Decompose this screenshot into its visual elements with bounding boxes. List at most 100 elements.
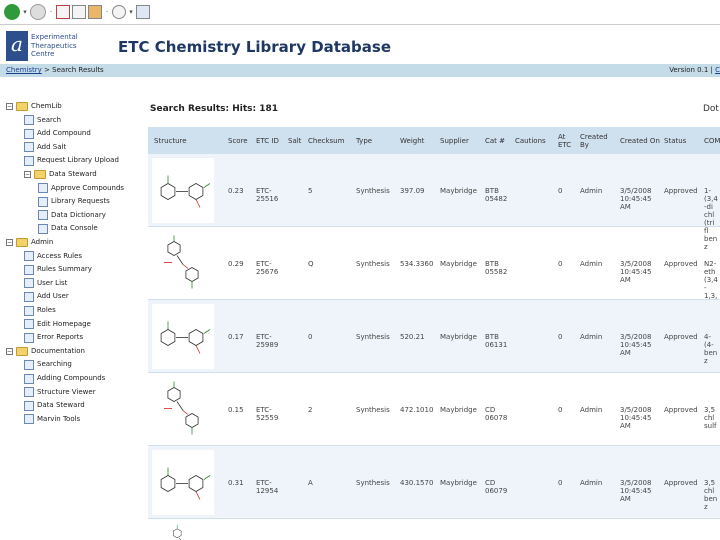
tree-item-searching[interactable]: Searching [24, 358, 72, 371]
tree-item-data-dictionary[interactable]: Data Dictionary [38, 209, 106, 222]
page-icon[interactable] [72, 5, 86, 19]
tree-item-structure-viewer[interactable]: Structure Viewer [24, 386, 96, 399]
tree-item-request-library-upload[interactable]: Request Library Upload [24, 154, 119, 167]
structure-image[interactable] [152, 523, 214, 540]
refresh-icon[interactable] [30, 4, 46, 20]
tree-item-label: Add Compound [37, 129, 91, 138]
tree-item-approve-compounds[interactable]: Approve Compounds [38, 182, 124, 195]
cell-at-etc: 0 [558, 405, 563, 414]
column-header-com[interactable]: COM [704, 127, 720, 154]
tree-item-add-salt[interactable]: Add Salt [24, 141, 66, 154]
cell-etc-id: ETC-25676 [256, 259, 279, 276]
column-header-checksum[interactable]: Checksum [308, 127, 354, 154]
page-icon [24, 414, 34, 425]
tools-icon[interactable] [112, 5, 126, 19]
tree-item-admin[interactable]: − Admin [6, 236, 53, 249]
structure-image[interactable] [152, 231, 214, 296]
cell-created-on: 3/5/2008 10:45:45 AM [620, 478, 652, 503]
column-header-cautions[interactable]: Cautions [515, 127, 556, 154]
tree-item-add-compound[interactable]: Add Compound [24, 127, 91, 140]
tree-item-adding-compounds[interactable]: Adding Compounds [24, 372, 105, 385]
cell-etc-id: ETC-25989 [256, 332, 279, 349]
tree-item-rules-summary[interactable]: Rules Summary [24, 263, 92, 276]
collapse-icon[interactable]: − [6, 347, 13, 355]
print-icon[interactable] [136, 5, 150, 19]
page-icon [24, 155, 34, 166]
cell-created-on: 3/5/2008 10:45:45 AM [620, 186, 652, 211]
tree-item-data-console[interactable]: Data Console [38, 222, 98, 235]
cell-supplier: Maybridge [440, 405, 477, 414]
tree-item-marvin-tools[interactable]: Marvin Tools [24, 413, 80, 426]
tree-item-documentation[interactable]: − Documentation [6, 345, 85, 358]
tree-item-library-requests[interactable]: Library Requests [38, 195, 110, 208]
cell-salt: 0 [308, 332, 313, 341]
tree-item-data-steward[interactable]: Data Steward [24, 399, 85, 412]
cell-score: 0.15 [228, 405, 244, 414]
tree-item-label: Documentation [31, 346, 85, 355]
tree-item-chemlib[interactable]: − ChemLib [6, 100, 62, 113]
structure-image[interactable] [152, 304, 214, 369]
column-header-score[interactable]: Score [228, 127, 254, 154]
cell-salt: 5 [308, 186, 313, 195]
table-row[interactable]: 0.23 ETC-25516 5 Synthesis 397.09 Maybridge BT… [148, 154, 720, 251]
page-icon [24, 305, 34, 316]
tree-item-label: ChemLib [31, 102, 62, 110]
column-header-weight[interactable]: Weight [400, 127, 438, 154]
tree-item-data-steward[interactable]: − Data Steward [24, 168, 97, 181]
tree-item-label: Rules Summary [37, 265, 92, 274]
column-header-created-by[interactable]: Created By [580, 127, 618, 154]
tree-item-roles[interactable]: Roles [24, 304, 56, 317]
version-info: Version 0.1 | C [669, 64, 720, 77]
column-header-cat-[interactable]: Cat # [485, 127, 513, 154]
table-row[interactable]: 0.17 ETC-25989 0 Synthesis 520.21 Maybridge BT… [148, 300, 720, 373]
column-header-etc-id[interactable]: ETC ID [256, 127, 286, 154]
tree-item-access-rules[interactable]: Access Rules [24, 250, 82, 263]
cell-etc-id: ETC-52559 [256, 405, 279, 422]
stop-icon[interactable] [56, 5, 70, 19]
collapse-icon[interactable]: − [6, 239, 13, 246]
column-header-status[interactable]: Status [664, 127, 702, 154]
etc-logo[interactable]: a Experimental Therapeutics Centre [6, 31, 102, 65]
tree-item-error-reports[interactable]: Error Reports [24, 331, 83, 344]
structure-image[interactable] [152, 377, 214, 442]
column-header-type[interactable]: Type [356, 127, 398, 154]
back-icon[interactable] [4, 4, 20, 20]
home-icon[interactable] [88, 5, 102, 19]
tree-item-add-user[interactable]: Add User [24, 290, 69, 303]
dropdown-icon[interactable]: ▾ [128, 8, 134, 16]
cell-status: Approved [664, 405, 698, 414]
tree-item-label: Access Rules [37, 251, 83, 260]
table-row[interactable]: 0.31 ETC-12954 A Synthesis 430.1570 Maybridge… [148, 446, 720, 519]
collapse-icon[interactable]: − [24, 171, 31, 178]
cell-status: Approved [664, 478, 698, 487]
breadcrumb-current: Search Results [52, 66, 104, 74]
cell-com: 4-(4- benz [704, 332, 718, 365]
cell-salt: A [308, 478, 313, 487]
cell-status: Approved [664, 259, 698, 268]
structure-image[interactable] [152, 450, 214, 515]
column-header-structure[interactable]: Structure [154, 127, 226, 154]
tree-item-label: Marvin Tools [37, 414, 81, 423]
page-icon [24, 400, 34, 411]
structure-image[interactable] [152, 158, 214, 223]
tree-item-user-list[interactable]: User List [24, 277, 67, 290]
tree-item-label: Add Salt [37, 142, 67, 151]
column-header-supplier[interactable]: Supplier [440, 127, 483, 154]
table-row[interactable]: 0.29 ETC-25676 Q Synthesis 534.3360 Maybridge… [148, 227, 720, 300]
tree-item-search[interactable]: Search [24, 114, 61, 127]
cut-off-link[interactable]: Dot [703, 104, 719, 114]
breadcrumb-chemistry-link[interactable]: Chemistry [6, 66, 42, 74]
cell-status: Approved [664, 186, 698, 195]
table-row[interactable]: 0.15 ETC-52559 2 Synthesis 472.1010 Maybridge… [148, 373, 720, 446]
cell-created-on: 3/5/2008 10:45:45 AM [620, 259, 652, 284]
version-link[interactable]: C [715, 66, 720, 74]
column-header-at-etc[interactable]: At ETC [558, 127, 578, 154]
tree-item-edit-homepage[interactable]: Edit Homepage [24, 318, 91, 331]
column-header-salt[interactable]: Salt [288, 127, 306, 154]
collapse-icon[interactable]: − [6, 103, 13, 110]
table-row[interactable] [148, 519, 720, 540]
page-icon [38, 196, 48, 207]
page-icon [38, 210, 48, 221]
column-header-created-on[interactable]: Created On [620, 127, 662, 154]
dropdown-icon[interactable]: ▾ [22, 8, 28, 16]
